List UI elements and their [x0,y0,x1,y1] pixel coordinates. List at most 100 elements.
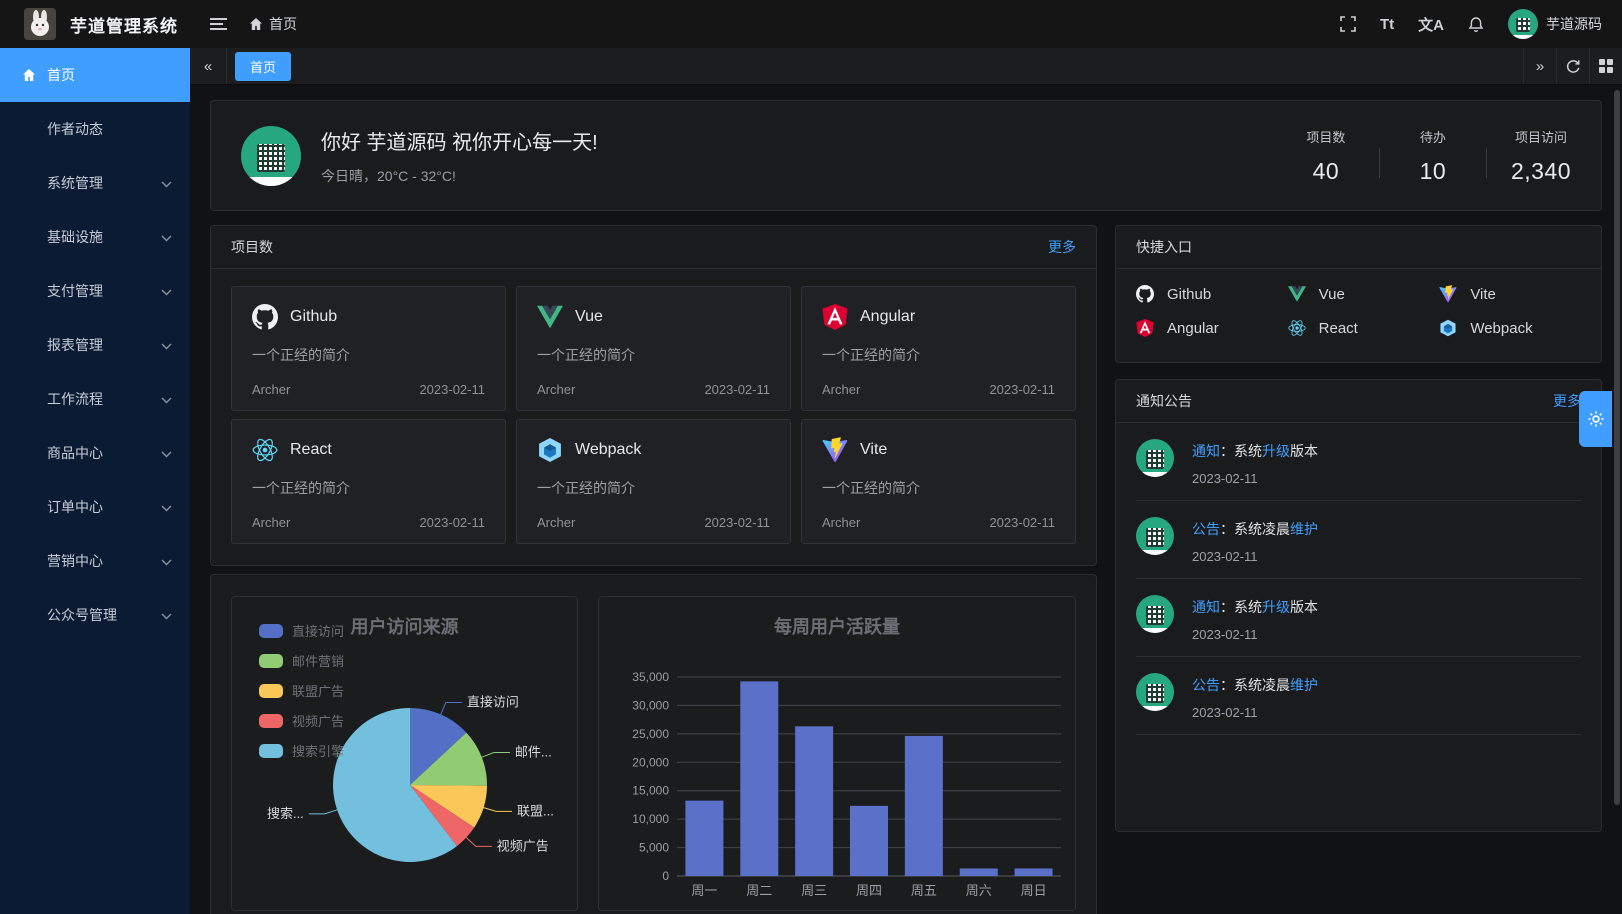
svg-text:邮件...: 邮件... [515,745,552,760]
legend-label: 邮件营销 [292,651,344,670]
project-card-vue[interactable]: Vue 一个正经的简介 Archer 2023-02-11 [516,286,791,411]
user-qr-avatar [241,126,301,186]
grid-icon[interactable] [1589,48,1622,84]
bell-icon[interactable] [1468,16,1484,33]
sidebar-item-label: 公众号管理 [47,605,117,625]
sidebar-item-label: 基础设施 [47,227,103,247]
project-author: Archer [537,515,575,530]
chevron-down-icon [161,607,172,623]
legend-swatch [259,744,283,758]
legend-item-搜索引擎[interactable]: 搜索引擎 [259,741,344,760]
refresh-icon[interactable] [1556,48,1589,84]
sidebar-item-10[interactable]: 公众号管理 [0,588,190,642]
sidebar-item-2[interactable]: 系统管理 [0,156,190,210]
angular-icon [1136,319,1154,337]
shortcut-angular[interactable]: Angular [1136,319,1278,337]
sidebar-item-0[interactable]: 首页 [0,48,190,102]
settings-fab[interactable] [1579,391,1612,447]
sidebar-item-3[interactable]: 基础设施 [0,210,190,264]
shortcut-vite[interactable]: Vite [1439,285,1581,303]
sidebar-item-1[interactable]: 作者动态 [0,102,190,156]
legend-item-联盟广告[interactable]: 联盟广告 [259,681,344,700]
project-name: Vite [860,441,887,459]
shortcut-vue[interactable]: Vue [1288,285,1430,303]
svg-text:搜索...: 搜索... [267,806,304,821]
legend-item-视频广告[interactable]: 视频广告 [259,711,344,730]
legend-swatch [259,624,283,638]
notice-item-3[interactable]: 公告：系统凌晨维护 2023-02-11 [1136,657,1581,735]
stat-divider [1379,148,1380,178]
svg-text:周二: 周二 [746,883,772,898]
project-date: 2023-02-11 [419,382,485,397]
webpack-icon [537,437,563,463]
shortcuts-card: 快捷入口 Github Vue Vite Angular React Webpa… [1115,225,1602,363]
stat-1: 待办 10 [1404,127,1462,185]
projects-more-link[interactable]: 更多 [1048,237,1076,257]
project-name: Github [290,308,337,326]
font-size-icon[interactable]: Tt [1380,16,1394,33]
legend-item-直接访问[interactable]: 直接访问 [259,621,344,640]
sidebar-item-8[interactable]: 订单中心 [0,480,190,534]
charts-section: 用户访问来源 直接访问 邮件营销 联盟广告 视频广告 搜索引擎直接访问邮件...… [210,574,1097,914]
github-icon [252,304,278,330]
shortcut-react[interactable]: React [1288,319,1430,337]
tab-home[interactable]: 首页 [235,52,291,81]
sidebar-item-4[interactable]: 支付管理 [0,264,190,318]
react-icon [252,437,278,463]
sidebar-item-7[interactable]: 商品中心 [0,426,190,480]
stats-row: 项目数 40待办 10项目访问 2,340 [1297,127,1571,185]
notice-item-2[interactable]: 通知：系统升级版本 2023-02-11 [1136,579,1581,657]
top-header: 芋道管理系统 首页 Tt 文A 芋道源码 [0,0,1622,48]
notice-item-1[interactable]: 公告：系统凌晨维护 2023-02-11 [1136,501,1581,579]
project-name: React [290,441,332,459]
expand-right-icon[interactable]: » [1523,48,1556,84]
user-menu[interactable]: 芋道源码 [1508,9,1602,39]
legend-label: 联盟广告 [292,681,344,700]
chevron-down-icon [161,337,172,353]
react-icon [1288,319,1306,337]
menu-icon[interactable] [210,17,227,31]
angular-icon [822,304,848,330]
project-desc: 一个正经的简介 [822,345,1055,365]
gear-icon [1587,410,1605,428]
svg-text:视频广告: 视频广告 [497,838,549,853]
shortcut-webpack[interactable]: Webpack [1439,319,1581,337]
stat-value: 10 [1404,158,1462,185]
shortcut-github[interactable]: Github [1136,285,1278,303]
project-date: 2023-02-11 [419,515,485,530]
legend-item-邮件营销[interactable]: 邮件营销 [259,651,344,670]
legend-label: 直接访问 [292,621,344,640]
chevron-down-icon [161,445,172,461]
sidebar-item-9[interactable]: 营销中心 [0,534,190,588]
project-card-vite[interactable]: Vite 一个正经的简介 Archer 2023-02-11 [801,419,1076,544]
bar-chart-svg: 05,00010,00015,00020,00025,00030,00035,0… [599,597,1069,910]
breadcrumb[interactable]: 首页 [249,14,297,34]
project-card-webpack[interactable]: Webpack 一个正经的简介 Archer 2023-02-11 [516,419,791,544]
svg-text:联盟...: 联盟... [517,803,554,818]
sidebar: 首页作者动态系统管理基础设施支付管理报表管理工作流程商品中心订单中心营销中心公众… [0,48,190,914]
project-name: Vue [575,308,603,326]
notice-title: 公告：系统凌晨维护 [1192,519,1318,539]
collapse-left-icon[interactable]: « [190,48,227,84]
svg-text:周五: 周五 [911,883,937,898]
shortcut-label: Webpack [1470,320,1532,337]
fullscreen-icon[interactable] [1340,16,1356,32]
locale-icon[interactable]: 文A [1418,14,1444,35]
sidebar-item-label: 支付管理 [47,281,103,301]
project-card-react[interactable]: React 一个正经的简介 Archer 2023-02-11 [231,419,506,544]
notices-more-link[interactable]: 更多 [1553,391,1581,411]
project-card-github[interactable]: Github 一个正经的简介 Archer 2023-02-11 [231,286,506,411]
svg-text:10,000: 10,000 [632,812,669,826]
projects-card-title: 项目数 [231,237,273,257]
chevron-down-icon [161,283,172,299]
scrollbar-thumb[interactable] [1614,90,1620,805]
project-card-angular[interactable]: Angular 一个正经的简介 Archer 2023-02-11 [801,286,1076,411]
webpack-icon [1439,319,1457,337]
svg-text:周三: 周三 [801,883,827,898]
sidebar-item-6[interactable]: 工作流程 [0,372,190,426]
github-icon [1136,285,1154,303]
avatar [1508,9,1538,39]
sidebar-item-5[interactable]: 报表管理 [0,318,190,372]
notice-item-0[interactable]: 通知：系统升级版本 2023-02-11 [1136,423,1581,501]
notice-title: 通知：系统升级版本 [1192,597,1318,617]
